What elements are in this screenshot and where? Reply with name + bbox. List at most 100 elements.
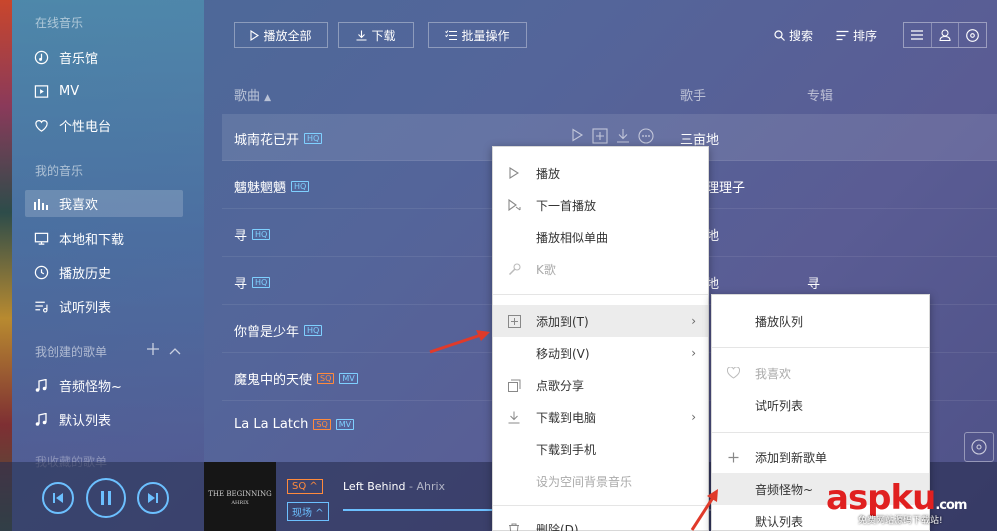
play-all-button[interactable]: 播放全部 — [234, 22, 328, 48]
sidebar-item-label: 默认列表 — [59, 414, 112, 429]
previous-button[interactable] — [42, 482, 74, 514]
menu-item-play-similar[interactable]: 播放相似单曲 — [493, 221, 708, 253]
annotation-arrow-icon — [690, 489, 718, 531]
song-title[interactable]: 魔鬼中的天使 — [234, 369, 312, 388]
mv-badge[interactable]: MV — [335, 419, 355, 430]
watermark-text: aspku — [826, 478, 936, 518]
song-title[interactable]: 魑魅魍魉 — [234, 177, 286, 196]
sidebar-item-radio[interactable]: 个性电台 — [25, 112, 183, 139]
menu-item-label: 点歌分享 — [536, 378, 585, 393]
song-album[interactable]: 寻 — [807, 273, 820, 292]
menu-separator — [493, 505, 708, 506]
download-button[interactable]: 下载 — [338, 22, 414, 48]
add-icon[interactable] — [592, 128, 608, 144]
album-cover[interactable]: THE BEGINNING AHRIX — [204, 462, 276, 531]
batch-label: 批量操作 — [461, 28, 510, 43]
menu-item-label: 试听列表 — [755, 398, 804, 413]
play-icon — [507, 166, 521, 180]
play-icon[interactable] — [570, 128, 584, 142]
submenu-item-trial-list[interactable]: 试听列表 — [712, 389, 929, 421]
menu-separator — [712, 432, 929, 433]
play-all-label: 播放全部 — [263, 28, 312, 43]
album-view-icon[interactable] — [959, 23, 986, 47]
column-header-album[interactable]: 专辑 — [807, 85, 833, 104]
song-title[interactable]: 寻 — [234, 225, 247, 244]
menu-item-add-to[interactable]: 添加到(T) › — [493, 305, 708, 337]
download-icon[interactable] — [616, 128, 630, 143]
sort-button[interactable]: 排序 — [836, 27, 877, 44]
sort-arrows-icon: ▲︎ — [264, 93, 272, 103]
quality-selector[interactable]: SQ ^ — [287, 479, 323, 494]
sort-label: 排序 — [853, 29, 878, 43]
sidebar-item-history[interactable]: 播放历史 — [25, 259, 183, 286]
watermark-subtitle: 免费网站源码下载站! — [858, 516, 943, 526]
menu-item-label: K歌 — [536, 262, 556, 277]
chevron-right-icon: › — [691, 346, 696, 360]
now-playing-artist[interactable]: Ahrix — [416, 480, 445, 493]
now-playing-title[interactable]: Left Behind — [343, 480, 406, 493]
search-icon — [774, 30, 785, 41]
list-view-icon[interactable] — [904, 23, 932, 47]
sidebar-item-label: 本地和下载 — [59, 233, 125, 248]
search-button[interactable]: 搜索 — [774, 27, 813, 44]
menu-item-label: 音频怪物~ — [755, 482, 814, 497]
play-next-icon — [507, 198, 521, 212]
next-button[interactable] — [137, 482, 169, 514]
pause-button[interactable] — [86, 478, 126, 518]
trash-icon — [507, 522, 521, 531]
search-label: 搜索 — [789, 29, 814, 43]
watermark-logo: aspku.com — [826, 478, 967, 518]
menu-item-play-next[interactable]: 下一首播放 — [493, 189, 708, 221]
menu-item-download-phone[interactable]: 下载到手机 — [493, 433, 708, 465]
sidebar-item-favorites[interactable]: 我喜欢 — [25, 190, 183, 217]
floating-disc-button[interactable] — [964, 432, 994, 462]
sidebar-item-music-hall[interactable]: 音乐馆 — [25, 44, 183, 71]
download-label: 下载 — [371, 28, 396, 43]
sidebar-item-trial-list[interactable]: 试听列表 — [25, 293, 183, 320]
pause-icon — [101, 491, 111, 505]
cover-title: THE BEGINNING — [208, 490, 272, 498]
column-header-artist[interactable]: 歌手 — [680, 85, 706, 104]
song-title[interactable]: La La Latch — [234, 417, 308, 432]
column-header-song[interactable]: 歌曲 ▲︎ — [234, 85, 271, 104]
annotation-arrow-icon — [429, 330, 490, 354]
menu-item-download-pc[interactable]: 下载到电脑 › — [493, 401, 708, 433]
clock-icon — [33, 265, 49, 281]
mv-badge[interactable]: MV — [339, 373, 358, 384]
artist-view-icon[interactable] — [932, 23, 960, 47]
song-title[interactable]: 你曾是少年 — [234, 321, 299, 340]
download-icon — [507, 410, 521, 424]
song-title[interactable]: 城南花已开 — [234, 129, 299, 148]
chevron-up-icon: ^ — [315, 508, 324, 519]
submenu-item-play-queue[interactable]: 播放队列 — [712, 305, 929, 337]
menu-item-label: 移动到(V) — [536, 346, 590, 361]
menu-item-label: 添加到(T) — [536, 314, 589, 329]
sidebar-item-label: 音频怪物~ — [59, 380, 122, 395]
submenu-item-new-playlist[interactable]: 添加到新歌单 — [712, 441, 929, 473]
watermark-tld: .com — [935, 498, 967, 513]
menu-item-share[interactable]: 点歌分享 — [493, 369, 708, 401]
collapse-chevron-icon[interactable] — [169, 343, 181, 359]
live-version-selector[interactable]: 现场 ^ — [287, 502, 329, 521]
batch-operation-button[interactable]: 批量操作 — [428, 22, 527, 48]
more-icon[interactable] — [638, 128, 654, 144]
hq-badge: HQ — [252, 229, 271, 240]
menu-item-label: 设为空间背景音乐 — [536, 474, 633, 489]
now-playing: Left Behind - Ahrix — [343, 480, 445, 493]
live-label: 现场 — [292, 508, 312, 519]
column-song-label: 歌曲 — [234, 89, 261, 104]
sidebar-item-label: 音乐馆 — [59, 52, 99, 67]
add-playlist-icon[interactable] — [147, 343, 159, 359]
sidebar-item-local-download[interactable]: 本地和下载 — [25, 225, 183, 252]
sidebar-item-playlist-audio-monster[interactable]: 音频怪物~ — [25, 372, 183, 399]
song-title[interactable]: 寻 — [234, 273, 247, 292]
menu-item-label: 默认列表 — [755, 514, 804, 529]
menu-item-delete[interactable]: 删除(D) — [493, 513, 708, 531]
sidebar-item-playlist-default[interactable]: 默认列表 — [25, 406, 183, 433]
song-artist[interactable]: 理理子 — [706, 177, 745, 196]
hq-badge: HQ — [304, 133, 323, 144]
music-note-icon — [33, 412, 49, 428]
menu-item-play[interactable]: 播放 — [493, 157, 708, 189]
menu-item-move-to[interactable]: 移动到(V) › — [493, 337, 708, 369]
sidebar-item-mv[interactable]: MV — [25, 78, 183, 105]
